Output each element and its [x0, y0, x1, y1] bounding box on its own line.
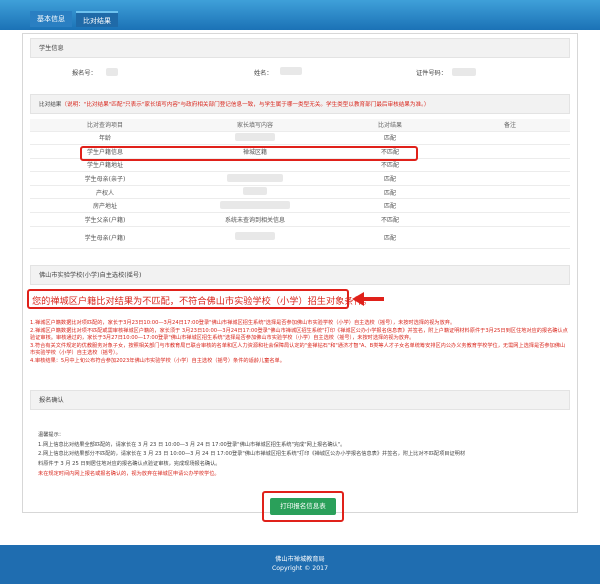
table-row: 房产地址 匹配 [30, 198, 570, 214]
row-remark [450, 198, 570, 214]
table-row: 产权人 匹配 [30, 185, 570, 200]
tab-basic-info[interactable]: 基本信息 [30, 11, 72, 27]
mismatch-message: 您的禅城区户籍比对结果为不匹配，不符合佛山市实验学校（小学）招生对象条件。 [32, 296, 372, 307]
note-3: 3.符合有关文件规定的优教服务对象子女，按照相关部门与市教育局已联合审核的名单和… [30, 342, 566, 357]
row-result: 匹配 [330, 185, 450, 200]
footer: 佛山市禅城教育局 Copyright © 2017 [0, 545, 600, 584]
school-notes: 1.禅城区户籍数据比对项匹配的，家长于3月23日10:00—3月24日17:00… [30, 320, 570, 365]
row-result: 不匹配 [330, 212, 450, 227]
top-navigation-bar: 基本信息 比对结果 [0, 0, 600, 30]
registration-number-label: 报名号： [72, 70, 97, 77]
tip-line-2: 2.网上信息比对结果部分不匹配的，请家长在 3 月 23 日 10:00—3 月… [38, 451, 466, 458]
row-remark [450, 185, 570, 200]
row-value [180, 185, 330, 200]
tip-warning: 未在规定时间内网上报名或报名确认的，视为放弃在禅城区申请公办学校学位。 [38, 470, 220, 477]
confirm-section-header: 报名确认 [30, 390, 570, 410]
table-row: 年龄 匹配 [30, 131, 570, 146]
row-value: 系统未查询到相关信息 [180, 212, 330, 227]
note-2: 2.禅城区户籍数据比对项不匹配或需审核禅城区户籍的，家长须于 3月23日10:0… [30, 327, 568, 342]
tip-title: 温馨提示： [38, 432, 64, 438]
note-4: 4.审核结果：5月中上旬公布符合参加2023年佛山市实验学校（小学）自主选校（摇… [30, 357, 285, 364]
name-redacted [280, 67, 302, 75]
row-remark [450, 158, 570, 173]
table-row: 学生母亲(亲子) 匹配 [30, 171, 570, 186]
column-header-result: 比对结果 [330, 119, 450, 132]
row-remark [450, 226, 570, 249]
row-value [180, 171, 330, 186]
row-result: 匹配 [330, 171, 450, 186]
tip-line-1: 1.网上信息比对结果全部匹配的，请家长在 3 月 23 日 10:00—3 月 … [38, 441, 346, 448]
row-item: 学生母亲(户籍) [30, 226, 180, 249]
row-remark [450, 131, 570, 146]
school-section-header: 佛山市实验学校(小学)自主选校(摇号) [30, 265, 570, 285]
registration-number-redacted [106, 68, 118, 76]
table-row: 学生母亲(户籍) 匹配 [30, 226, 570, 249]
compare-table: 比对查询项目 家长填写内容 比对结果 备注 年龄 匹配 学生户籍信息 禅城区籍 … [30, 119, 570, 249]
row-value [180, 131, 330, 146]
id-number-redacted [452, 68, 476, 76]
row-result: 匹配 [330, 131, 450, 146]
arrow-shaft [362, 297, 384, 301]
tip-line-3: 料原件于 3 月 25 日到居住地对应的报名确认点验证审核，完成现场报名确认。 [38, 461, 221, 468]
print-registration-button[interactable]: 打印报名信息表 [270, 498, 336, 515]
row-value [180, 198, 330, 214]
compare-result-header: 比对结果（说明："比对结果"匹配"只表示"家长填写内容"与政府相关部门登记信息一… [30, 94, 570, 114]
footer-org: 佛山市禅城教育局 [275, 556, 325, 563]
row-result: 匹配 [330, 198, 450, 214]
row-remark [450, 144, 570, 159]
column-header-item: 比对查询项目 [30, 119, 180, 132]
row-item: 年龄 [30, 131, 180, 146]
row-result: 匹配 [330, 226, 450, 249]
student-info-header: 学生信息 [30, 38, 570, 58]
column-header-remark: 备注 [450, 119, 570, 132]
row-item: 房产地址 [30, 198, 180, 214]
id-number-label: 证件号码： [416, 70, 447, 77]
table-row: 学生父亲(户籍) 系统未查询到相关信息 不匹配 [30, 212, 570, 227]
compare-result-title: 比对结果 [39, 102, 62, 108]
note-1: 1.禅城区户籍数据比对项匹配的，家长于3月23日10:00—3月24日17:00… [30, 320, 456, 326]
compare-table-header: 比对查询项目 家长填写内容 比对结果 备注 [30, 119, 570, 132]
row-remark [450, 171, 570, 186]
row-item: 学生母亲(亲子) [30, 171, 180, 186]
tab-compare-result[interactable]: 比对结果 [76, 11, 118, 27]
row-item: 学生父亲(户籍) [30, 212, 180, 227]
highlight-household-row [80, 146, 418, 161]
name-label: 姓名： [254, 70, 273, 77]
row-item: 产权人 [30, 185, 180, 200]
footer-copyright: Copyright © 2017 [271, 565, 329, 572]
row-remark [450, 212, 570, 227]
confirm-tips: 温馨提示： 1.网上信息比对结果全部匹配的，请家长在 3 月 23 日 10:0… [38, 431, 563, 480]
column-header-value: 家长填写内容 [180, 119, 330, 132]
compare-result-note: （说明："比对结果"匹配"只表示"家长填写内容"与政府相关部门登记信息一致，与学… [61, 102, 430, 108]
row-value [180, 226, 330, 249]
